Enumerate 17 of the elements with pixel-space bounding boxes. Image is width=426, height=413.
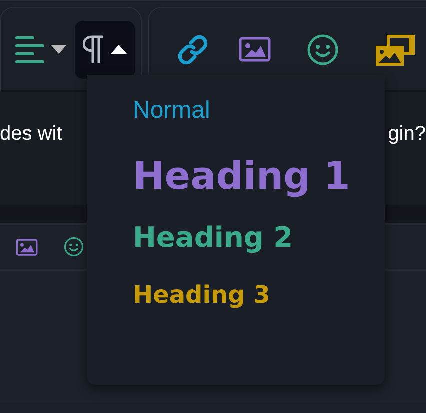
smiley-icon <box>64 237 84 257</box>
caret-icon <box>51 45 67 54</box>
body-text: gin? <box>388 122 426 146</box>
normal-option[interactable]: Normal <box>133 97 385 126</box>
media-icon <box>375 34 417 66</box>
heading-1-option[interactable]: Heading 1 <box>133 154 385 200</box>
image-icon <box>16 238 38 256</box>
heading-3-option[interactable]: Heading 3 <box>133 280 385 310</box>
caret-icon <box>111 45 127 54</box>
image-icon <box>239 37 271 62</box>
link-icon <box>177 34 209 66</box>
body-text: des wit <box>0 122 62 146</box>
heading-2-option[interactable]: Heading 2 <box>133 221 385 255</box>
pilcrow-icon <box>83 34 105 64</box>
align-left-icon <box>15 36 45 64</box>
smiley-icon <box>307 34 339 66</box>
paragraph-style-button[interactable] <box>75 20 135 78</box>
